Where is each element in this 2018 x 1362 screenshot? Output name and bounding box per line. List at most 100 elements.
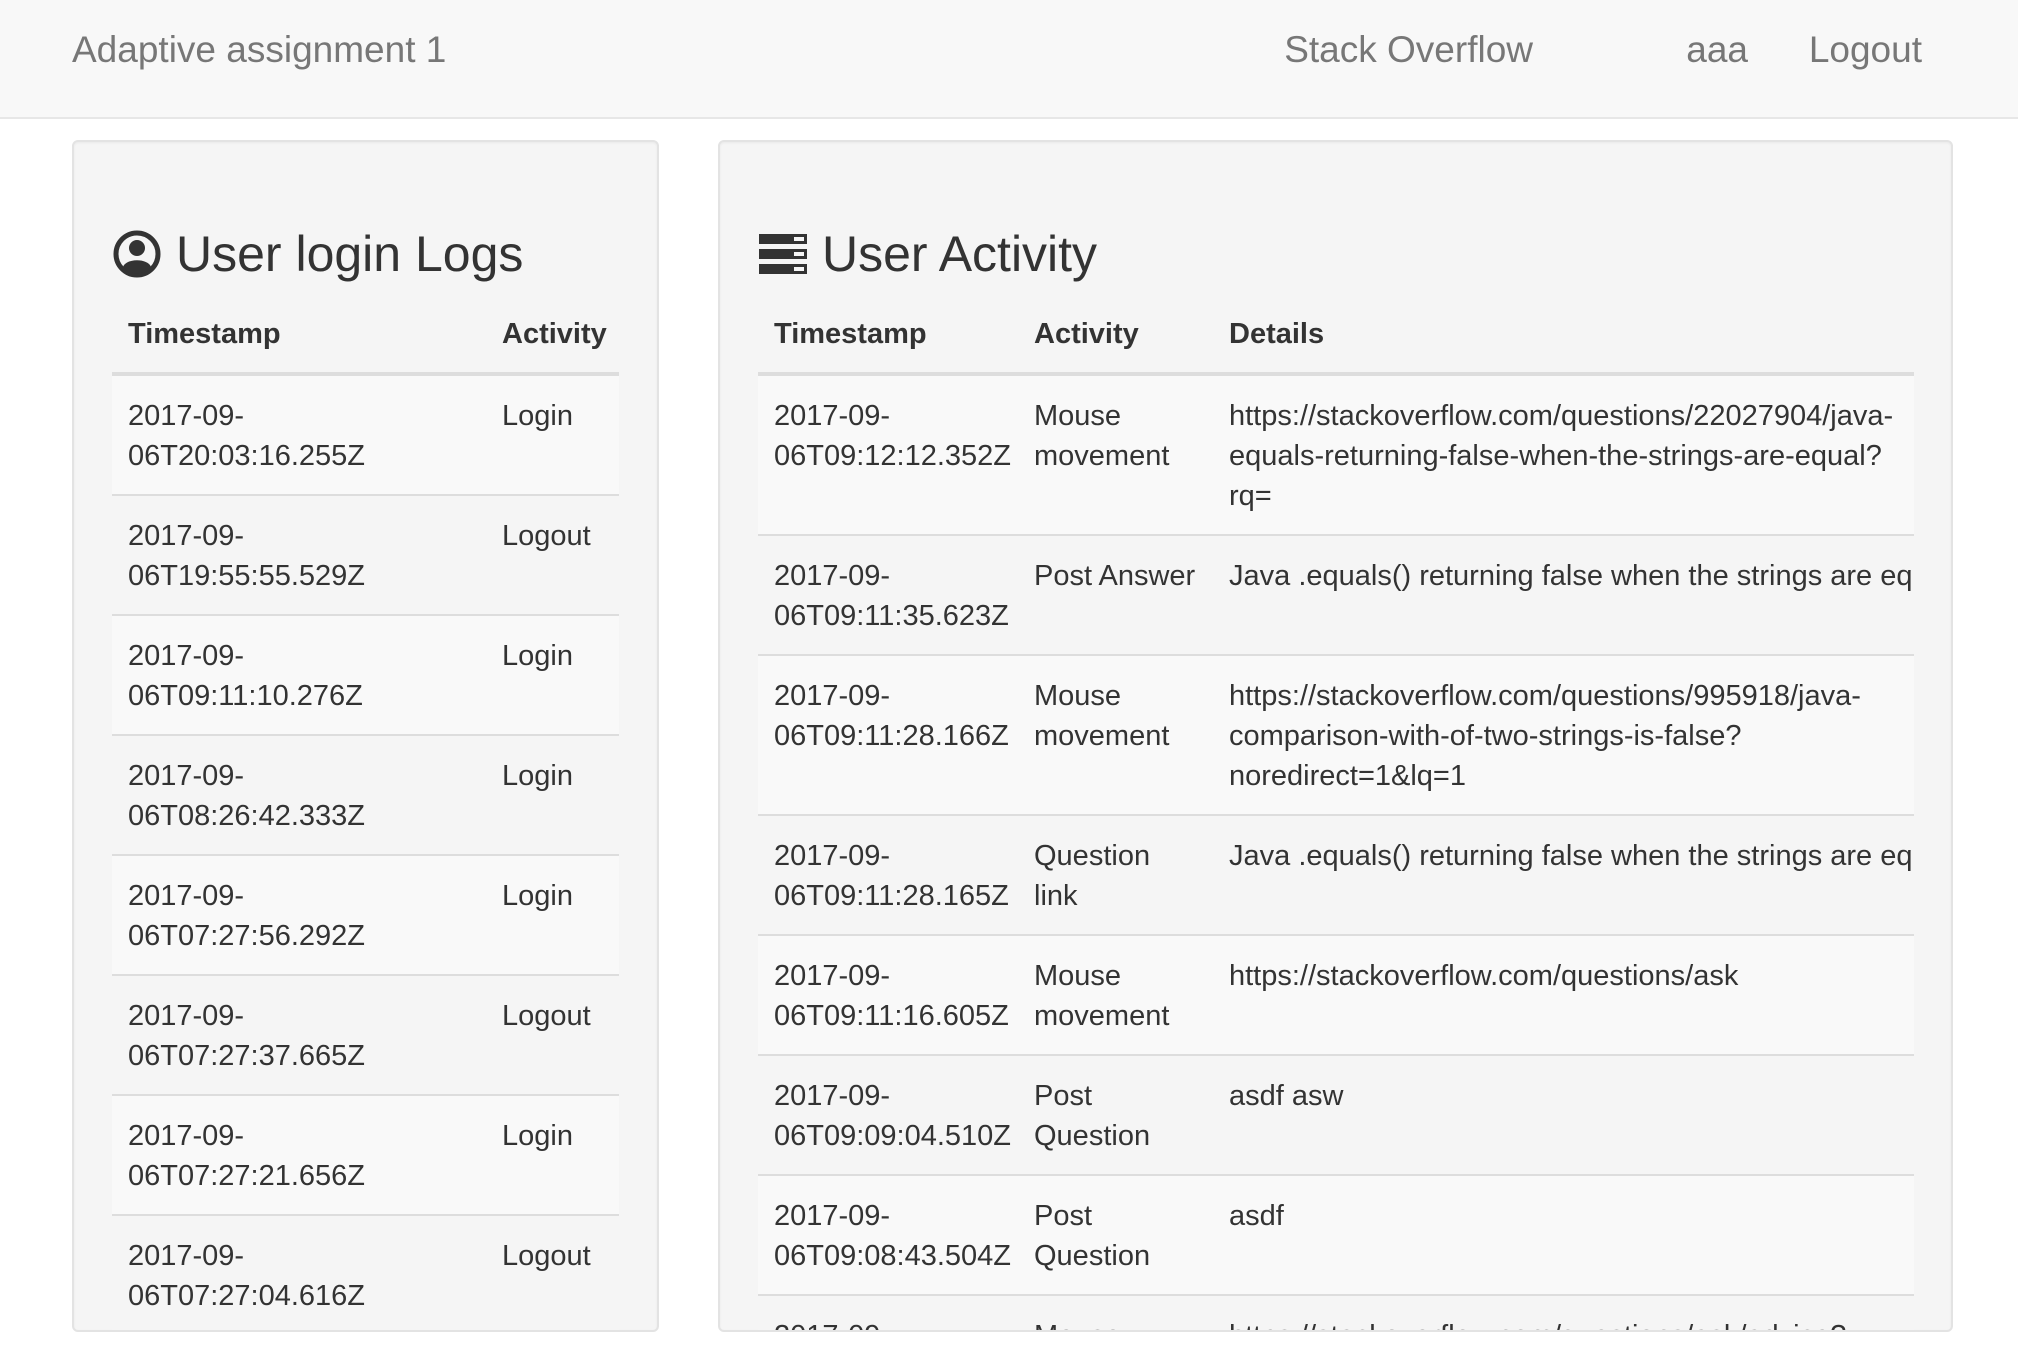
details-cell: Java .equals() returning false when the … [1213,534,1914,655]
table-row: 2017-09- 06T07:27:37.665Z Logout [112,974,619,1095]
navbar: Adaptive assignment 1 Stack Overflow aaa… [0,0,2018,119]
table-row: 2017-09- 06T09:11:28.166Z Mouse movement ht… [758,654,1914,815]
column-header-activity: Activity [1018,300,1213,376]
timestamp-date: 2017-09- [774,1080,891,1112]
column-header-timestamp: Timestamp [758,300,1018,376]
user-activity-heading: User Activity [822,226,1098,282]
timestamp-cell: 2017-09- 06T09:09:04.510Z [758,1054,1018,1175]
timestamp-time: 06T09:11:16.605Z [774,1000,1009,1032]
table-row: 2017-09- 06T07:27:21.656Z Login [112,1094,619,1215]
timestamp-cell: 2017-09- 06T07:27:56.292Z [112,854,486,975]
activity-cell: Mouse movement [1018,654,1213,815]
timestamp-time: 06T09:11:28.166Z [774,720,1009,752]
table-row: 2017-09- 06T09:09:04.510Z Post Question asd… [758,1054,1914,1175]
activity-cell: Post Question [1018,1174,1213,1295]
activity-cell: Login [486,854,619,975]
timestamp-time: 06T09:11:28.165Z [774,880,1009,912]
timestamp-date: 2017-09- [774,400,891,432]
timestamp-cell: 2017-09-06T09:08:26.046Z [758,1294,1018,1330]
nav-link-logout[interactable]: Logout [1809,26,1922,74]
table-row: 2017-09- 06T09:11:28.165Z Question link Jav… [758,814,1914,935]
activity-cell: Logout [486,1214,619,1330]
timestamp-time: 06T19:55:55.529Z [128,560,366,592]
activity-cell: Post Answer [1018,534,1213,655]
timestamp-time: 06T09:11:35.623Z [774,600,1009,632]
timestamp-time: 06T07:27:37.665Z [128,1040,366,1072]
activity-cell: Mouse movement [1018,373,1213,535]
table-row: 2017-09- 06T09:11:16.605Z Mouse movement ht… [758,934,1914,1055]
activity-cell: Login [486,734,619,855]
nav-link-stack-overflow[interactable]: Stack Overflow [1284,26,1533,74]
timestamp-cell: 2017-09- 06T09:11:28.165Z [758,814,1018,935]
table-row: 2017-09- 06T08:26:42.333Z Login [112,734,619,855]
timestamp-cell: 2017-09- 06T09:12:12.352Z [758,373,1018,535]
table-row: 2017-09-06T09:08:26.046ZMouse movementht… [758,1294,1914,1330]
activity-cell: Login [486,373,619,495]
activity-cell: Login [486,614,619,735]
user-activity-table: Timestamp Activity Details 2017-09- 06T09… [758,300,1914,1330]
timestamp-date: 2017-09- [774,840,891,872]
timestamp-time: 06T20:03:16.255Z [128,440,366,472]
brand-link[interactable]: Adaptive assignment 1 [72,26,446,74]
timestamp-date: 2017-09- [128,760,245,792]
timestamp-time: 06T09:08:43.504Z [774,1240,1012,1272]
table-header-row: Timestamp Activity Details [758,300,1914,376]
timestamp-cell: 2017-09- 06T19:55:55.529Z [112,494,486,615]
details-cell: https://stackoverflow.com/questions/9959… [1213,654,1914,815]
login-logs-title: User login Logs [112,222,523,286]
table-row: 2017-09- 06T07:27:56.292Z Login [112,854,619,975]
activity-cell: Question link [1018,814,1213,935]
timestamp-time: 06T07:27:56.292Z [128,920,366,952]
activity-cell: Post Question [1018,1054,1213,1175]
user-circle-icon [112,229,162,279]
user-activity-title: User Activity [758,222,1097,286]
timestamp-date: 2017-09- [128,520,245,552]
user-activity-body: 2017-09- 06T09:12:12.352Z Mouse movement ht… [758,373,1914,1330]
login-logs-heading: User login Logs [176,226,524,282]
timestamp-date: 2017-09- [128,1000,245,1032]
timestamp-time: 06T08:26:42.333Z [128,800,366,832]
table-header-row: Timestamp Activity [112,300,619,376]
timestamp-date: 2017-09- [128,880,245,912]
activity-cell: Login [486,1094,619,1215]
timestamp-date: 2017-09- [128,640,245,672]
timestamp-time: 06T09:12:12.352Z [774,440,1012,472]
activity-cell: Logout [486,494,619,615]
timestamp-cell: 2017-09- 06T09:11:28.166Z [758,654,1018,815]
details-cell: https://stackoverflow.com/questions/2202… [1213,373,1914,535]
timestamp-cell: 2017-09- 06T20:03:16.255Z [112,373,486,495]
nav-link-user[interactable]: aaa [1686,26,1748,74]
table-row: 2017-09- 06T20:03:16.255Z Login [112,373,619,495]
details-cell: asdf asw [1213,1054,1914,1175]
timestamp-time: 06T07:27:04.616Z [128,1280,366,1312]
user-activity-panel: User Activity Timestamp Activity Details… [718,140,1953,1332]
server-stack-icon [758,229,808,279]
login-logs-panel: User login Logs Timestamp Activity 2017-… [72,140,659,1332]
login-logs-body: 2017-09- 06T20:03:16.255Z Login 2017-09- 06T… [112,373,619,1330]
table-row: 2017-09- 06T09:11:35.623Z Post Answer Java … [758,534,1914,655]
timestamp-cell: 2017-09- 06T09:11:10.276Z [112,614,486,735]
timestamp-date: 2017-09- [128,400,245,432]
timestamp-cell: 2017-09- 06T07:27:37.665Z [112,974,486,1095]
column-header-timestamp: Timestamp [112,300,486,376]
timestamp-cell: 2017-09- 06T09:08:43.504Z [758,1174,1018,1295]
table-row: 2017-09- 06T07:27:04.616Z Logout [112,1214,619,1330]
activity-cell: Logout [486,974,619,1095]
timestamp-time: 06T07:27:21.656Z [128,1160,366,1192]
timestamp-cell: 2017-09- 06T09:11:16.605Z [758,934,1018,1055]
timestamp-date: 2017-09- [774,560,891,592]
timestamp-time: 06T09:09:04.510Z [774,1120,1012,1152]
timestamp-cell: 2017-09- 06T07:27:21.656Z [112,1094,486,1215]
table-row: 2017-09- 06T09:12:12.352Z Mouse movement ht… [758,373,1914,535]
column-header-details: Details [1213,300,1914,376]
timestamp-date: 2017-09- [128,1240,245,1272]
table-row: 2017-09- 06T09:08:43.504Z Post Question asd… [758,1174,1914,1295]
details-cell: asdf [1213,1174,1914,1295]
column-header-activity: Activity [486,300,619,376]
table-row: 2017-09- 06T19:55:55.529Z Logout [112,494,619,615]
details-cell: Java .equals() returning false when the … [1213,814,1914,935]
timestamp-date: 2017-09- [774,680,891,712]
details-cell: https://stackoverflow.com/questions/ask/… [1213,1294,1914,1330]
details-cell: https://stackoverflow.com/questions/ask [1213,934,1914,1055]
table-row: 2017-09- 06T09:11:10.276Z Login [112,614,619,735]
